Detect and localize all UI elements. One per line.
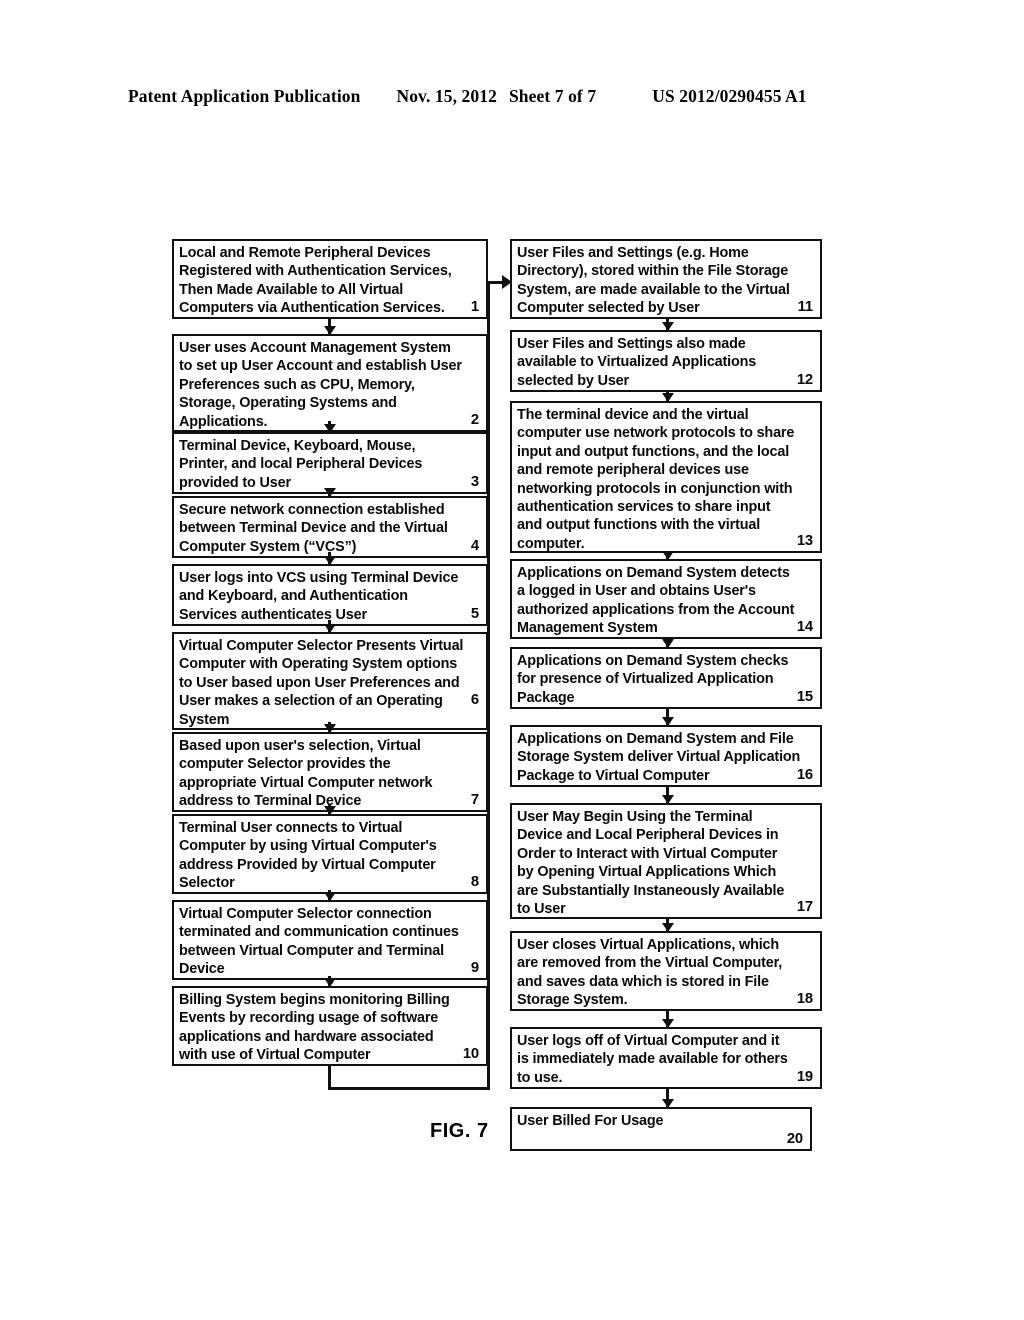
flowchart-box-11-number: 11 xyxy=(797,299,813,315)
flowchart-box-14: Applications on Demand System detects a … xyxy=(510,559,822,639)
flowchart-box-12-text: User Files and Settings also made availa… xyxy=(517,336,757,389)
flowchart-arrow-16-to-17 xyxy=(666,786,669,803)
flowchart-box-6-number: 6 xyxy=(470,692,479,708)
flowchart-arrow-4-to-5 xyxy=(328,552,331,564)
flowchart-box-14-number: 14 xyxy=(796,619,813,635)
flowchart-box-13-text: The terminal device and the virtual comp… xyxy=(517,407,795,552)
flowchart-box-4-number: 4 xyxy=(470,538,479,554)
flowchart-box-15-text: Applications on Demand System checks for… xyxy=(517,653,789,706)
flowchart-box-17-text: User May Begin Using the Terminal Device… xyxy=(517,809,785,918)
flowchart-box-13-number: 13 xyxy=(796,533,813,549)
flowchart-box-9: Virtual Computer Selector connection ter… xyxy=(172,900,488,980)
flowchart-box-4-text: Secure network connection established be… xyxy=(179,502,448,555)
flowchart-arrow-2-to-3 xyxy=(328,421,331,432)
flowchart-box-11-text: User Files and Settings (e.g. Home Direc… xyxy=(517,245,790,317)
flowchart-box-2: User uses Account Management System to s… xyxy=(172,334,488,432)
flowchart-arrow-13-to-14 xyxy=(666,552,669,559)
flowchart-box-10-number: 10 xyxy=(462,1046,479,1062)
flowchart-box-5-text: User logs into VCS using Terminal Device… xyxy=(179,570,459,623)
flowchart-arrow-8-to-9 xyxy=(328,890,331,900)
flowchart-arrow-19-to-20 xyxy=(666,1088,669,1107)
flowchart-box-19: User logs off of Virtual Computer and it… xyxy=(510,1027,822,1089)
flowchart-arrow-5-to-6 xyxy=(328,620,331,632)
flowchart-box-1: Local and Remote Peripheral Devices Regi… xyxy=(172,239,488,319)
flowchart-box-10-text: Billing System begins monitoring Billing… xyxy=(179,992,450,1064)
flowchart-box-9-number: 9 xyxy=(470,960,479,976)
flowchart-box-19-number: 19 xyxy=(796,1069,813,1085)
flowchart-arrow-12-to-13 xyxy=(666,391,669,401)
flowchart-box-6: Virtual Computer Selector Presents Virtu… xyxy=(172,632,488,730)
flowchart-box-8-text: Terminal User connects to Virtual Comput… xyxy=(179,820,437,892)
figure-label: FIG. 7 xyxy=(430,1120,489,1142)
flowchart-box-20-number: 20 xyxy=(786,1131,803,1147)
flowchart-box-1-number: 1 xyxy=(470,299,479,315)
flowchart-box-11: User Files and Settings (e.g. Home Direc… xyxy=(510,239,822,319)
flowchart-box-3: Terminal Device, Keyboard, Mouse, Printe… xyxy=(172,432,488,494)
flowchart-arrow-17-to-18 xyxy=(666,918,669,931)
flowchart-box-6-text: Virtual Computer Selector Presents Virtu… xyxy=(179,638,464,728)
flowchart-box-8: Terminal User connects to Virtual Comput… xyxy=(172,814,488,894)
flowchart-box-7-text: Based upon user's selection, Virtual com… xyxy=(179,738,433,810)
flowchart-box-1-text: Local and Remote Peripheral Devices Regi… xyxy=(179,245,452,317)
connector-10-to-11-up xyxy=(487,281,490,1090)
flowchart-box-17-number: 17 xyxy=(796,899,813,915)
flowchart-box-18-text: User closes Virtual Applications, which … xyxy=(517,937,783,1009)
flowchart-box-16-number: 16 xyxy=(796,767,813,783)
flowchart-box-15-number: 15 xyxy=(796,689,813,705)
flowchart-arrow-18-to-19 xyxy=(666,1010,669,1027)
flowchart-box-16: Applications on Demand System and File S… xyxy=(510,725,822,787)
flowchart-box-4: Secure network connection established be… xyxy=(172,496,488,558)
flowchart-box-19-text: User logs off of Virtual Computer and it… xyxy=(517,1033,788,1086)
flowchart-box-20: User Billed For Usage 20 xyxy=(510,1107,812,1151)
flowchart-arrow-9-to-10 xyxy=(328,976,331,986)
flowchart-box-16-text: Applications on Demand System and File S… xyxy=(517,731,801,784)
flowchart-figure: Local and Remote Peripheral Devices Regi… xyxy=(0,0,1024,1320)
flowchart-box-10: Billing System begins monitoring Billing… xyxy=(172,986,488,1066)
flowchart-arrow-7-to-8 xyxy=(328,804,331,814)
flowchart-arrow-14-to-15 xyxy=(666,637,669,647)
flowchart-box-20-text: User Billed For Usage xyxy=(517,1113,664,1129)
flowchart-arrow-1-to-2 xyxy=(328,319,331,334)
flowchart-box-3-number: 3 xyxy=(470,474,479,490)
flowchart-box-5-number: 5 xyxy=(470,606,479,622)
flowchart-arrow-3-to-4 xyxy=(328,489,331,496)
flowchart-box-17: User May Begin Using the Terminal Device… xyxy=(510,803,822,919)
flowchart-arrow-11-to-12 xyxy=(666,318,669,330)
flowchart-box-9-text: Virtual Computer Selector connection ter… xyxy=(179,906,459,978)
flowchart-box-12: User Files and Settings also made availa… xyxy=(510,330,822,392)
flowchart-box-5: User logs into VCS using Terminal Device… xyxy=(172,564,488,626)
flowchart-arrow-15-to-16 xyxy=(666,707,669,725)
flowchart-box-3-text: Terminal Device, Keyboard, Mouse, Printe… xyxy=(179,438,423,491)
flowchart-arrow-6-to-7 xyxy=(328,722,331,732)
flowchart-box-7-number: 7 xyxy=(470,792,479,808)
flowchart-box-7: Based upon user's selection, Virtual com… xyxy=(172,732,488,812)
connector-10-to-11-right xyxy=(328,1087,490,1090)
flowchart-box-14-text: Applications on Demand System detects a … xyxy=(517,565,795,637)
flowchart-box-18-number: 18 xyxy=(796,991,813,1007)
flowchart-box-12-number: 12 xyxy=(796,372,813,388)
flowchart-box-15: Applications on Demand System checks for… xyxy=(510,647,822,709)
flowchart-box-2-text: User uses Account Management System to s… xyxy=(179,340,462,430)
flowchart-box-8-number: 8 xyxy=(470,874,479,890)
flowchart-box-13: The terminal device and the virtual comp… xyxy=(510,401,822,553)
flowchart-box-2-number: 2 xyxy=(470,412,479,428)
flowchart-box-18: User closes Virtual Applications, which … xyxy=(510,931,822,1011)
